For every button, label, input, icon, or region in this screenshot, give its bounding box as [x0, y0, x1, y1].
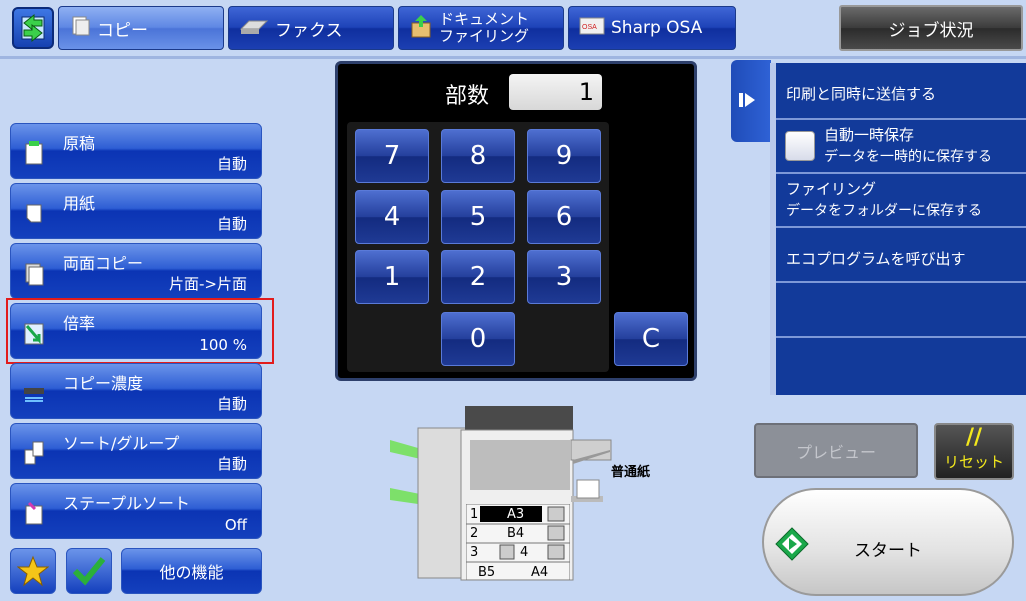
setting-staple-sort-label: ステープルソート [63, 494, 191, 513]
favorites-button[interactable] [10, 548, 56, 594]
key-1[interactable]: 1 [355, 250, 429, 304]
setting-original-label: 原稿 [63, 134, 96, 153]
tray-1-size: A3 [507, 507, 525, 522]
start-button[interactable]: スタート [762, 488, 1014, 596]
setting-paper-value: 自動 [216, 215, 247, 233]
refresh-icon [21, 13, 45, 43]
home-button[interactable] [12, 7, 54, 49]
action-auto-temp-save-title: 自動一時保存 [824, 126, 915, 144]
ratio-highlight-frame [6, 298, 274, 364]
key-6[interactable]: 6 [527, 190, 601, 244]
top-separator [0, 56, 1026, 59]
tab-copy-label: コピー [97, 20, 148, 41]
job-status-label: ジョブ状況 [888, 20, 974, 41]
reset-button[interactable]: // リセット [934, 423, 1014, 480]
action-eco-program[interactable]: エコプログラムを呼び出す [776, 228, 1026, 283]
reset-slash-icon: // [965, 425, 983, 450]
tray-4-size: A4 [531, 565, 549, 580]
copy-icon [69, 15, 91, 42]
fax-icon [239, 15, 269, 42]
setting-duplex-value: 片面->片面 [169, 275, 247, 293]
tray-3-number: 3 [470, 545, 479, 560]
star-icon [17, 555, 49, 587]
copies-input[interactable]: 1 [509, 74, 602, 110]
other-functions-label: 他の機能 [159, 563, 224, 582]
sort-icon [24, 441, 44, 465]
top-bar: コピー ファクス ドキュメント ファイリング OSA Sharp OSA ジョブ… [0, 0, 1026, 56]
action-send-while-print[interactable]: 印刷と同時に送信する [776, 63, 1026, 120]
tray-1-number: 1 [470, 507, 479, 522]
panel-toggle-tab[interactable] [731, 60, 771, 142]
tray-4-number: 4 [520, 545, 529, 560]
setting-paper-label: 用紙 [63, 194, 96, 213]
key-0[interactable]: 0 [441, 312, 515, 366]
setting-sort-group[interactable]: ソート/グループ 自動 [10, 423, 262, 479]
clear-key[interactable]: C [614, 312, 688, 366]
original-icon [25, 141, 43, 165]
action-empty-row-2 [776, 338, 1026, 395]
tab-sharp-osa-label: Sharp OSA [611, 18, 703, 38]
setting-duplex[interactable]: 両面コピー 片面->片面 [10, 243, 262, 299]
key-3[interactable]: 3 [527, 250, 601, 304]
svg-text:OSA: OSA [582, 24, 597, 31]
preview-button[interactable]: プレビュー [754, 423, 918, 478]
setting-original-value: 自動 [216, 155, 247, 173]
tab-document-filing-line1: ドキュメント [439, 10, 530, 28]
start-label: スタート [854, 541, 922, 561]
key-4[interactable]: 4 [355, 190, 429, 244]
tab-document-filing[interactable]: ドキュメント ファイリング [398, 6, 564, 50]
job-status-button[interactable]: ジョブ状況 [839, 5, 1023, 51]
setting-original[interactable]: 原稿 自動 [10, 123, 262, 179]
reset-label: リセット [943, 453, 1004, 471]
staple-icon [25, 501, 43, 525]
action-empty-row-1 [776, 283, 1026, 338]
start-icon [775, 527, 809, 561]
key-8[interactable]: 8 [441, 129, 515, 183]
chevron-right-icon [739, 93, 755, 107]
action-send-while-print-label: 印刷と同時に送信する [786, 85, 937, 103]
setting-exposure-label: コピー濃度 [63, 374, 144, 393]
action-auto-temp-save-desc: データを一時的に保存する [824, 149, 992, 165]
copies-label: 部数 [445, 84, 490, 109]
action-eco-program-label: エコプログラムを呼び出す [786, 250, 966, 268]
tray-2-size: B4 [507, 526, 525, 541]
program-check-button[interactable] [66, 548, 112, 594]
setting-paper[interactable]: 用紙 自動 [10, 183, 262, 239]
tab-fax-label: ファクス [275, 20, 343, 41]
key-2[interactable]: 2 [441, 250, 515, 304]
bypass-paper-type: 普通紙 [611, 465, 651, 480]
tab-document-filing-line2: ファイリング [439, 27, 530, 45]
setting-duplex-label: 両面コピー [63, 254, 144, 273]
action-filing-desc: データをフォルダーに保存する [786, 203, 982, 219]
checkmark-icon [72, 557, 106, 586]
setting-staple-sort[interactable]: ステープルソート Off [10, 483, 262, 539]
setting-sort-group-value: 自動 [216, 455, 247, 473]
tab-copy[interactable]: コピー [58, 6, 224, 50]
setting-exposure-value: 自動 [216, 395, 247, 413]
tab-sharp-osa[interactable]: OSA Sharp OSA [568, 6, 736, 50]
setting-sort-group-label: ソート/グループ [63, 434, 180, 453]
tab-fax[interactable]: ファクス [228, 6, 394, 50]
tray-2-number: 2 [470, 526, 479, 541]
action-filing[interactable]: ファイリング データをフォルダーに保存する [776, 174, 1026, 228]
setting-staple-sort-value: Off [224, 516, 247, 534]
exposure-icon [24, 388, 44, 402]
paper-tray-hand-icon [576, 479, 600, 499]
tray-3-size: B5 [478, 565, 496, 580]
document-filing-icon [409, 13, 433, 44]
setting-exposure[interactable]: コピー濃度 自動 [10, 363, 262, 419]
osa-icon: OSA [579, 15, 605, 42]
key-7[interactable]: 7 [355, 129, 429, 183]
preview-label: プレビュー [795, 442, 876, 462]
key-5[interactable]: 5 [441, 190, 515, 244]
action-filing-title: ファイリング [786, 180, 877, 198]
paper-icon [26, 204, 42, 223]
key-9[interactable]: 9 [527, 129, 601, 183]
action-auto-temp-save[interactable]: 自動一時保存 データを一時的に保存する [776, 120, 1026, 174]
duplex-icon [25, 263, 44, 286]
other-functions-button[interactable]: 他の機能 [121, 548, 262, 594]
